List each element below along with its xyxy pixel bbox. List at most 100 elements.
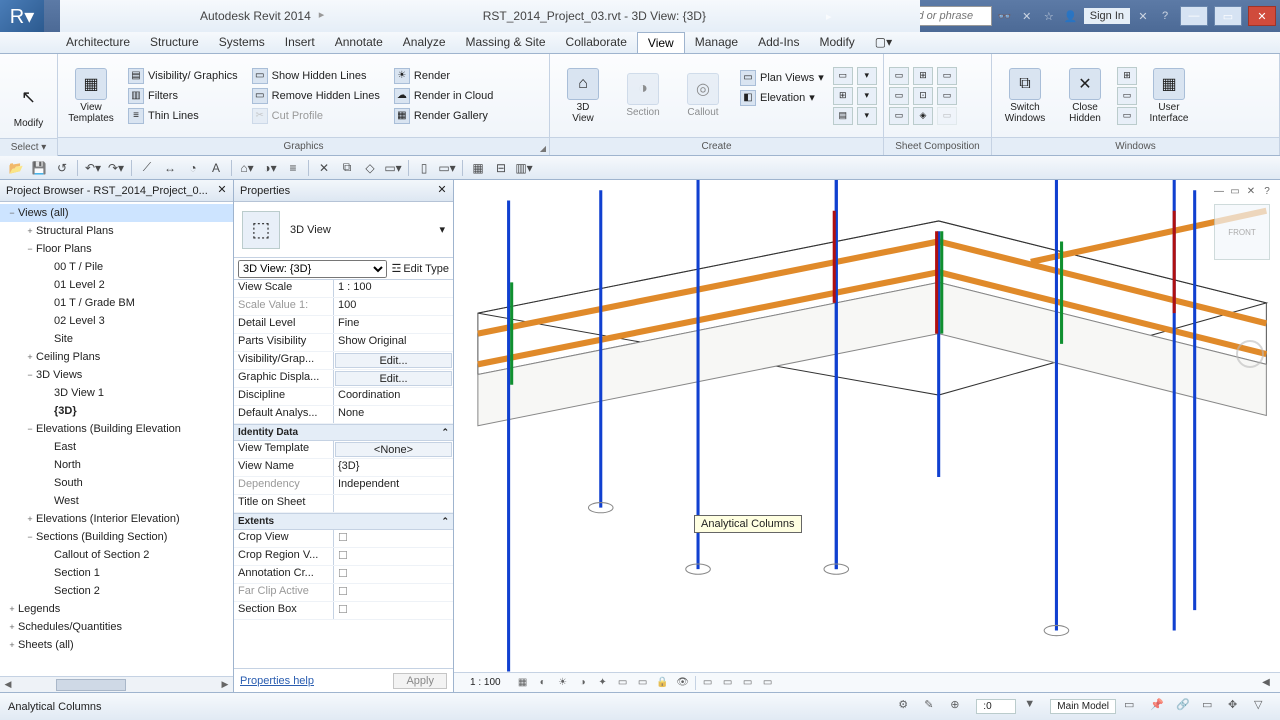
- property-filter-select[interactable]: 3D View: {3D}: [238, 260, 387, 278]
- property-row[interactable]: DependencyIndependent: [234, 477, 453, 495]
- tree-item[interactable]: +Structural Plans: [0, 222, 233, 240]
- section-tool-icon[interactable]: ◑▾: [260, 159, 280, 177]
- tab-addins[interactable]: Add-Ins: [748, 32, 809, 53]
- callout-button[interactable]: ◎Callout: [674, 56, 732, 135]
- remove-hidden-lines-button[interactable]: ▭Remove Hidden Lines: [248, 87, 384, 105]
- property-row[interactable]: Detail LevelFine: [234, 316, 453, 334]
- visual-style-icon[interactable]: ◐: [535, 676, 551, 690]
- browser-scrollbar[interactable]: ◀ ▶: [0, 676, 233, 692]
- user-icon[interactable]: 👤: [1062, 7, 1080, 25]
- tab-analyze[interactable]: Analyze: [393, 32, 456, 53]
- legends-icon[interactable]: ⊞: [833, 87, 853, 105]
- property-row[interactable]: View Scale1 : 100: [234, 280, 453, 298]
- press-drag-icon[interactable]: ⊕: [950, 698, 968, 716]
- minimize-button[interactable]: —: [1180, 6, 1208, 26]
- floor-icon[interactable]: ▭▾: [437, 159, 457, 177]
- project-browser-header[interactable]: Project Browser - RST_2014_Project_0... …: [0, 180, 233, 202]
- properties-help-link[interactable]: Properties help: [240, 675, 314, 687]
- property-row[interactable]: Graphic Displa...Edit...: [234, 370, 453, 388]
- switch-windows-button[interactable]: ⧉Switch Windows: [996, 56, 1054, 135]
- help-icon[interactable]: ?: [1156, 7, 1174, 25]
- viewports-icon[interactable]: ▭: [937, 67, 957, 85]
- shadows-icon[interactable]: ◑: [575, 676, 591, 690]
- tree-item[interactable]: +Sheets (all): [0, 636, 233, 654]
- tree-item[interactable]: −Elevations (Building Elevation: [0, 420, 233, 438]
- tree-item[interactable]: {3D}: [0, 402, 233, 420]
- thin-lines-button[interactable]: ≡Thin Lines: [124, 107, 242, 125]
- plan-views-button[interactable]: ▭Plan Views ▾: [736, 69, 828, 87]
- title-block-icon[interactable]: ▭: [889, 87, 909, 105]
- panel-expand-icon[interactable]: ◢: [540, 140, 546, 158]
- ribbon-customize-icon[interactable]: ▢▾: [865, 32, 902, 53]
- tree-item[interactable]: +Legends: [0, 600, 233, 618]
- sheet-issues-icon[interactable]: ▭: [937, 87, 957, 105]
- save-icon[interactable]: 💾: [29, 159, 49, 177]
- elevation-button[interactable]: ◧Elevation ▾: [736, 89, 828, 107]
- placeholder-icon[interactable]: ▭: [937, 107, 957, 125]
- main-model-select[interactable]: Main Model: [1050, 699, 1116, 714]
- filter-icon[interactable]: ▼: [1024, 698, 1042, 716]
- property-row[interactable]: Annotation Cr...: [234, 566, 453, 584]
- 3d-view-button[interactable]: ⌂3D View: [554, 56, 612, 135]
- properties-close-icon[interactable]: ✕: [435, 183, 449, 197]
- tab-architecture[interactable]: Architecture: [56, 32, 140, 53]
- cascade-icon[interactable]: ▭: [1117, 87, 1137, 105]
- guide-grid-icon[interactable]: ⊞: [913, 67, 933, 85]
- thin-lines-toggle-icon[interactable]: ≡: [283, 159, 303, 177]
- tree-item[interactable]: Section 1: [0, 564, 233, 582]
- filters-button[interactable]: ▥Filters: [124, 87, 242, 105]
- collapse-icon[interactable]: ⌃: [441, 427, 449, 438]
- scroll-right-icon[interactable]: ▶: [217, 679, 233, 690]
- category-extents[interactable]: Extents⌃: [234, 513, 453, 530]
- select-underlay-icon[interactable]: ▭: [1202, 698, 1220, 716]
- detail-level-icon[interactable]: ▦: [515, 676, 531, 690]
- scroll-left-icon[interactable]: ◀: [0, 679, 16, 690]
- chevron-down-icon[interactable]: ▾: [439, 223, 445, 236]
- tree-item[interactable]: Section 2: [0, 582, 233, 600]
- undo-icon[interactable]: ↶▾: [83, 159, 103, 177]
- sync-icon[interactable]: ↺: [52, 159, 72, 177]
- tab-manage[interactable]: Manage: [685, 32, 748, 53]
- view-templates-button[interactable]: ▦ View Templates: [62, 56, 120, 135]
- temp-hide-icon[interactable]: 👁: [675, 676, 691, 690]
- view-close-icon[interactable]: ✕: [1244, 186, 1258, 200]
- property-row[interactable]: Scale Value 1:100: [234, 298, 453, 316]
- panel-title-select[interactable]: Select ▾: [0, 138, 58, 156]
- tree-item[interactable]: East: [0, 438, 233, 456]
- comm-icon[interactable]: ✕: [1018, 7, 1036, 25]
- selection-count[interactable]: :0: [976, 699, 1016, 714]
- select-pinned-icon[interactable]: 📌: [1150, 698, 1168, 716]
- close-hidden-button[interactable]: ✕Close Hidden: [1056, 56, 1114, 135]
- reveal-hidden-icon[interactable]: ▭: [700, 676, 716, 690]
- render-button[interactable]: ☀Render: [390, 67, 498, 85]
- duplicate-view-icon[interactable]: ▾: [857, 67, 877, 85]
- crop-view-icon[interactable]: ▭: [615, 676, 631, 690]
- properties-grid[interactable]: View Scale1 : 100Scale Value 1:100Detail…: [234, 280, 453, 668]
- tab-modify[interactable]: Modify: [809, 32, 864, 53]
- tree-item[interactable]: −3D Views: [0, 366, 233, 384]
- property-row[interactable]: View Template<None>: [234, 441, 453, 459]
- tab-structure[interactable]: Structure: [140, 32, 209, 53]
- view-min-icon[interactable]: —: [1212, 186, 1226, 200]
- tab-systems[interactable]: Systems: [209, 32, 275, 53]
- align-dim-icon[interactable]: ↔: [160, 159, 180, 177]
- tab-view[interactable]: View: [637, 32, 685, 53]
- close-inactive-icon[interactable]: ✕: [314, 159, 334, 177]
- level-icon[interactable]: ⊟: [491, 159, 511, 177]
- revisions-icon[interactable]: ▭: [889, 107, 909, 125]
- drafting-view-icon[interactable]: ▭: [833, 67, 853, 85]
- editable-icon[interactable]: ✎: [924, 698, 942, 716]
- tree-item[interactable]: North: [0, 456, 233, 474]
- section-button[interactable]: ◑Section: [614, 56, 672, 135]
- exchange-icon[interactable]: ✕: [1134, 7, 1152, 25]
- render-cloud-button[interactable]: ☁Render in Cloud: [390, 87, 498, 105]
- view-cube[interactable]: FRONT: [1214, 204, 1270, 260]
- schedules-icon[interactable]: ▤: [833, 107, 853, 125]
- tree-item[interactable]: 3D View 1: [0, 384, 233, 402]
- view-canvas[interactable]: [454, 180, 1280, 692]
- column-icon[interactable]: ▯: [414, 159, 434, 177]
- ref-plane-icon[interactable]: ▥▾: [514, 159, 534, 177]
- constraints-icon[interactable]: ▭: [760, 676, 776, 690]
- property-row[interactable]: Title on Sheet: [234, 495, 453, 513]
- tree-item[interactable]: +Schedules/Quantities: [0, 618, 233, 636]
